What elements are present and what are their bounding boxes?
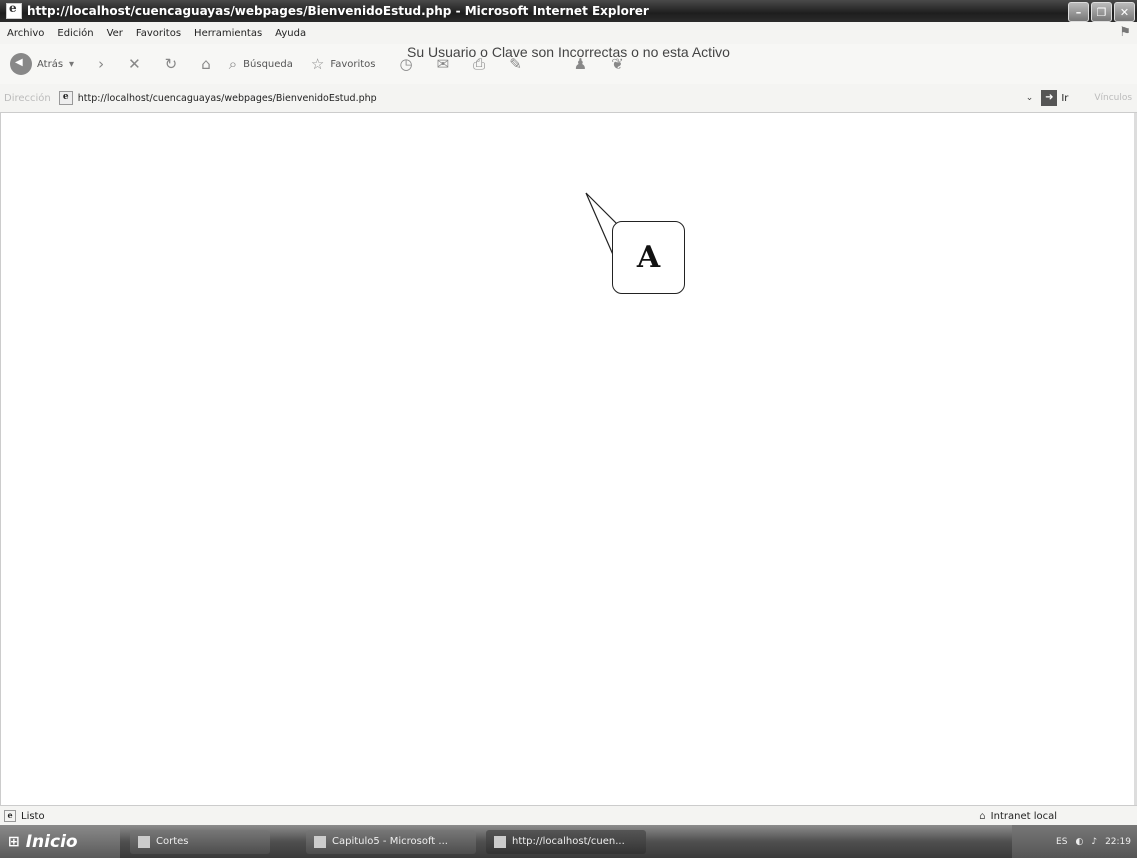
tray-icon[interactable]: ◐ [1075,837,1083,847]
address-field[interactable]: e http://localhost/cuencaguayas/webpages… [58,90,1004,106]
callout-label: A [612,221,685,294]
menu-archivo[interactable]: Archivo [7,28,44,39]
intranet-icon: ⌂ [979,810,986,822]
menu-ver[interactable]: Ver [107,28,123,39]
folder-icon [138,835,150,848]
links-label[interactable]: Vínculos [1094,93,1132,103]
window-title: http://localhost/cuencaguayas/webpages/B… [27,4,649,18]
page-status-icon: e [4,810,16,822]
status-bar: e Listo ⌂ Intranet local [0,805,1137,826]
ie-icon [6,1,22,19]
windows-logo-icon: ⊞ [8,833,20,850]
search-label: Búsqueda [243,58,293,70]
start-button[interactable]: ⊞ Inicio [0,825,120,858]
zone-text: Intranet local [990,810,1057,822]
menu-favoritos[interactable]: Favoritos [136,28,181,39]
address-url: http://localhost/cuencaguayas/webpages/B… [77,92,377,104]
volume-icon[interactable]: ♪ [1091,837,1097,847]
taskbar-item-browser[interactable]: http://localhost/cuen... [486,829,646,854]
address-dropdown-icon[interactable]: ⌄ [1026,93,1034,103]
title-bar: http://localhost/cuencaguayas/webpages/B… [0,0,1137,22]
ie-icon [494,835,506,848]
menu-ayuda[interactable]: Ayuda [275,28,306,39]
restore-icon[interactable]: ❐ [1091,2,1112,22]
address-bar: Dirección e http://localhost/cuencaguaya… [0,84,1137,113]
clock: 22:19 [1105,836,1131,847]
language-indicator[interactable]: ES [1056,837,1067,847]
taskbar: ⊞ Inicio Cortes Capitulo5 - Microsoft ..… [0,825,1137,858]
page-icon: e [58,91,73,105]
favorites-label: Favoritos [330,58,376,70]
error-message: Su Usuario o Clave son Incorrectas o no … [407,44,730,60]
menu-bar: Archivo Edición Ver Favoritos Herramient… [0,22,1137,45]
menu-herramientas[interactable]: Herramientas [194,28,262,39]
go-button[interactable]: Ir [1061,93,1068,104]
status-text: Listo [21,810,45,822]
taskbar-item-label: Capitulo5 - Microsoft ... [332,836,448,847]
taskbar-item-label: http://localhost/cuen... [512,836,625,847]
menu-edicion[interactable]: Edición [57,28,93,39]
taskbar-item-word[interactable]: Capitulo5 - Microsoft ... [306,829,476,854]
go-arrow-icon[interactable]: ➜ [1041,90,1058,106]
taskbar-item-cortes[interactable]: Cortes [130,829,270,854]
window-controls: – ❐ ✕ [1068,2,1135,22]
close-icon[interactable]: ✕ [1114,2,1135,22]
back-label: Atrás [37,58,64,70]
taskbar-item-label: Cortes [156,836,189,847]
address-label: Dirección [4,92,51,104]
word-icon [314,835,326,848]
windows-flag-icon: ⚑ [1119,25,1131,40]
page-content [0,113,1137,805]
minimize-icon[interactable]: – [1068,2,1089,22]
start-label: Inicio [25,831,78,852]
system-tray: ES ◐ ♪ 22:19 [1012,825,1137,858]
